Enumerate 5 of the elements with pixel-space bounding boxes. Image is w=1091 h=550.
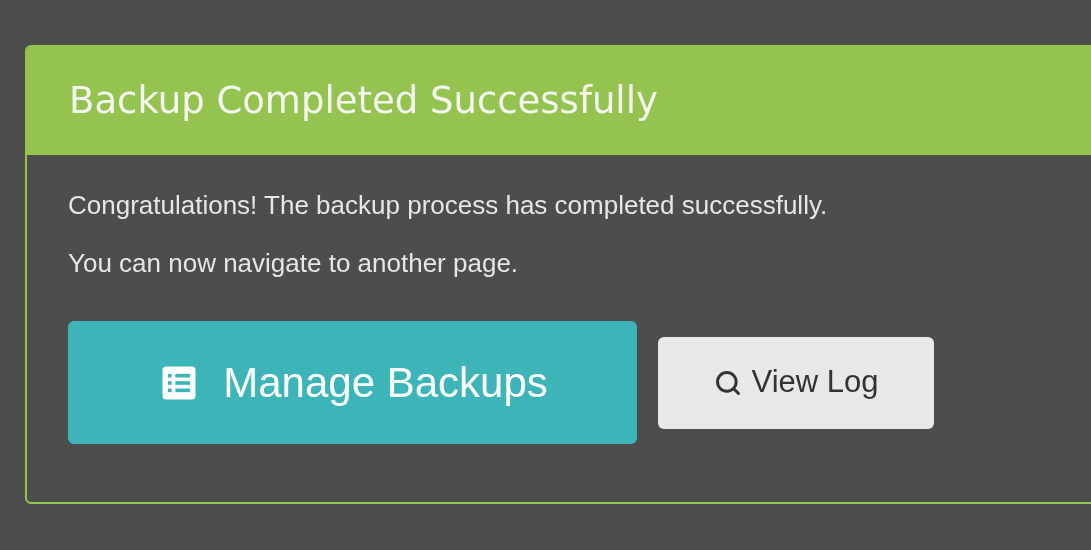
search-icon — [713, 368, 742, 397]
message-text: You can now navigate to another page. — [68, 247, 520, 280]
message-text: Congratulations! The backup process has completed successfully. — [68, 189, 829, 222]
view-log-button[interactable]: View Log — [658, 336, 934, 429]
panel-title: Backup Completed Successfully — [69, 78, 658, 125]
